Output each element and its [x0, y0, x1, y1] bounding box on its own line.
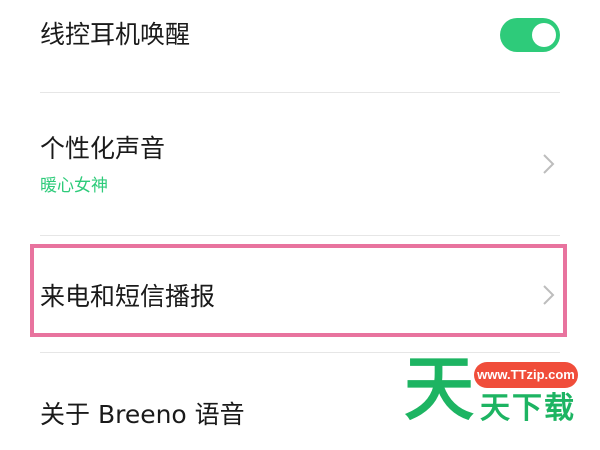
row-title: 关于 Breeno 语音 — [40, 400, 245, 429]
watermark-text: 天下载 — [480, 391, 576, 426]
row-subtitle: 暖心女神 — [40, 176, 108, 196]
toggle-knob — [532, 23, 556, 47]
row-title: 个性化声音 — [40, 134, 166, 163]
row-title: 线控耳机唤醒 — [40, 20, 191, 49]
settings-row-headset-wake[interactable]: 线控耳机唤醒 — [40, 0, 560, 70]
watermark-logo: 天 www.TTzip.com 天下载 — [404, 354, 580, 438]
headset-wake-toggle[interactable] — [500, 18, 560, 52]
watermark-big-char: 天 — [404, 347, 474, 430]
settings-row-personalized-voice[interactable]: 个性化声音 暖心女神 — [40, 93, 560, 233]
chevron-right-icon — [543, 154, 555, 174]
settings-screen: 线控耳机唤醒 个性化声音 暖心女神 来电和短信播报 关于 Breeno 语音 天… — [0, 0, 600, 450]
highlight-box — [30, 244, 567, 337]
watermark-url: www.TTzip.com — [474, 362, 578, 388]
